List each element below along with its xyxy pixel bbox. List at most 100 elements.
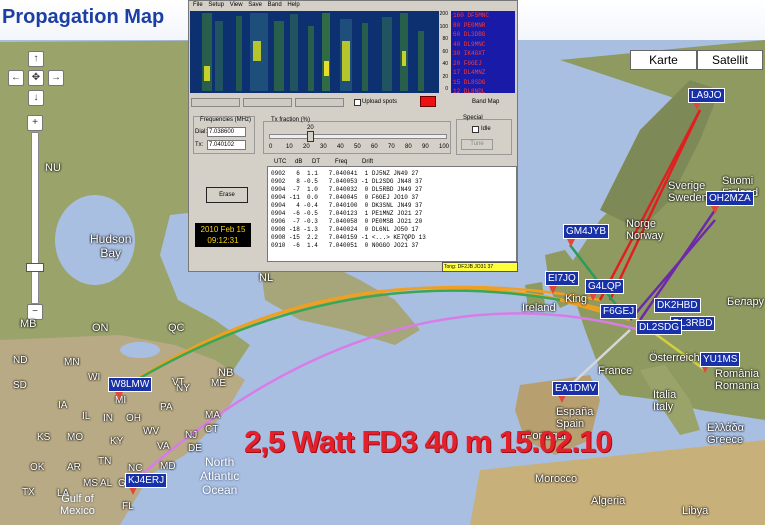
menu-setup[interactable]: Setup <box>208 1 224 10</box>
tx-fraction-label: Tx fraction (%) <box>271 117 311 123</box>
label-romania: România Romania <box>715 368 760 392</box>
callsign-dk2hbd[interactable]: DK2HBD <box>654 298 701 313</box>
callsign-la9jo[interactable]: LA9JO <box>688 88 725 103</box>
satellite-type-button[interactable]: Satellit <box>697 50 763 70</box>
decoded-row[interactable]: 0904 -7 1.0 7.040032 0 DL5RBD JN49 27 <box>271 186 422 193</box>
band-spot-item: 12 DL8NDL <box>453 88 486 95</box>
tx-fraction-tick-label: 30 <box>320 144 327 150</box>
tx-fraction-tick-label: 50 <box>354 144 361 150</box>
decoded-row[interactable]: 0902 6 1.1 7.040041 1 DJ5NZ JN49 27 <box>271 170 419 177</box>
caption-text: 2,5 Watt FD3 40 m 15.02.10 <box>244 424 612 459</box>
idle-checkbox[interactable] <box>472 126 479 133</box>
idle-label: Idle <box>481 126 491 132</box>
date-time-display: 2010 Feb 15 09:12:31 <box>195 223 251 247</box>
callsign-ei7jq[interactable]: EI7JQ <box>545 271 579 286</box>
pan-up-button[interactable]: ↑ <box>28 51 44 67</box>
menu-save[interactable]: Save <box>248 1 262 10</box>
label-sd: SD <box>13 380 27 391</box>
label-in: IN <box>103 413 113 424</box>
label-va: VA <box>157 441 170 452</box>
scale-tick-label: 60 <box>442 48 448 55</box>
label-sverige: Sverige Sweden <box>668 180 708 204</box>
callsign-w8lmw[interactable]: W8LMW <box>108 377 153 392</box>
decoded-row[interactable]: 0906 -7 -0.3 7.040058 0 PE0MSB JO21 20 <box>271 218 422 225</box>
band-spot-item: 30 IK4GXT <box>453 50 486 57</box>
callsign-oh2mza[interactable]: OH2MZA <box>706 191 754 206</box>
frequencies-group-label: Frequencies (MHz) <box>200 117 252 123</box>
tx-fraction-tick-label: 20 <box>303 144 310 150</box>
tx-fraction-tick-label: 0 <box>269 144 273 150</box>
great-lakes <box>120 342 160 358</box>
app-button-2[interactable] <box>243 98 292 107</box>
label-wi: WI <box>88 372 101 383</box>
label-il: IL <box>82 411 91 422</box>
header-drift: Drift <box>362 159 373 165</box>
waterfall-display <box>190 11 439 93</box>
pan-left-button[interactable]: ← <box>8 70 24 86</box>
upload-spots-checkbox[interactable] <box>354 99 361 106</box>
label-mo: MO <box>67 432 84 443</box>
label-italia: Italia Italy <box>653 389 677 413</box>
label-de: DE <box>188 443 202 454</box>
label-on: ON <box>92 322 109 334</box>
band-map-label[interactable]: Band Map <box>472 99 499 105</box>
menu-file[interactable]: File <box>193 1 203 10</box>
tx-fraction-tick-label: 40 <box>337 144 344 150</box>
label-me: ME <box>211 378 226 389</box>
label-morocco: Morocco <box>535 473 578 485</box>
label-al: AL <box>100 478 113 489</box>
decoded-messages-panel[interactable]: 0902 6 1.1 7.040041 1 DJ5NZ JN49 27 0902 … <box>267 166 517 262</box>
label-mn: MN <box>64 357 80 368</box>
app-button-1[interactable] <box>191 98 240 107</box>
record-button[interactable] <box>420 96 436 107</box>
pan-right-button[interactable]: → <box>48 70 64 86</box>
tx-fraction-tick-label: 70 <box>388 144 395 150</box>
label-ar: AR <box>67 462 81 473</box>
pan-down-button[interactable]: ↓ <box>28 90 44 106</box>
tx-fraction-slider-knob[interactable] <box>307 131 314 142</box>
menu-band[interactable]: Band <box>268 1 282 10</box>
decoded-row[interactable]: 0908 -18 -1.3 7.040024 0 DL6NL JO50 17 <box>271 226 419 233</box>
callsign-g4lqp[interactable]: G4LQP <box>585 279 625 294</box>
decoded-row[interactable]: 0904 4 -0.4 7.040100 0 DK3SNL JN49 37 <box>271 202 422 209</box>
label-nd: ND <box>13 355 28 366</box>
callsign-ea1dmv[interactable]: EA1DMV <box>552 381 600 396</box>
decoded-row[interactable]: 0910 -6 1.4 7.040051 0 N0GGO JO21 37 <box>271 242 419 249</box>
callsign-gm4jyb[interactable]: GM4JYB <box>563 224 610 239</box>
pan-center-button[interactable]: ✥ <box>28 70 44 86</box>
tx-fraction-tick-label: 60 <box>371 144 378 150</box>
label-ms: MS <box>83 478 98 489</box>
erase-button[interactable]: Erase <box>206 187 248 203</box>
label-fl: FL <box>122 501 134 512</box>
callsign-kj4erj[interactable]: KJ4ERJ <box>125 473 168 488</box>
decoded-row[interactable]: 0904 -11 0.0 7.040045 0 F6GEJ JO10 37 <box>271 194 419 201</box>
decoded-row[interactable]: 0904 -6 -0.5 7.040123 1 PE1MNZ JO21 27 <box>271 210 422 217</box>
zoom-in-button[interactable]: + <box>27 115 43 131</box>
decoded-row[interactable]: 0902 8 -0.5 7.040053 -1 DL2SDG JN48 37 <box>271 178 422 185</box>
label-mb: MB <box>20 318 37 330</box>
label-oh: OH <box>126 413 141 424</box>
dial-frequency-input[interactable]: 7.038600 <box>207 127 246 137</box>
band-spot-item: 20 F6GEJ <box>453 59 482 67</box>
wspr-app-window[interactable]: File Setup View Save Band Help 200 100 8… <box>188 0 518 272</box>
map-type-button[interactable]: Karte <box>630 50 697 70</box>
zoom-slider-thumb[interactable] <box>26 263 44 272</box>
callsign-yu1ms[interactable]: YU1MS <box>700 352 741 367</box>
scale-tick-label: 100 <box>439 23 448 30</box>
decoded-row[interactable]: 0908 -15 2.2 7.040159 -1 <...> KE7QPD 13 <box>271 234 426 241</box>
header-dt: DT <box>312 159 320 165</box>
tx-fraction-slider[interactable] <box>269 134 447 139</box>
menu-view[interactable]: View <box>230 1 243 10</box>
tx-fraction-tick-label: 90 <box>422 144 429 150</box>
tx-frequency-input[interactable]: 7.040102 <box>207 140 246 150</box>
tune-button[interactable]: Tune <box>461 139 493 150</box>
callsign-dl2sdg[interactable]: DL2SDG <box>636 320 683 335</box>
label-ireland: Ireland <box>522 302 556 314</box>
app-button-3[interactable] <box>295 98 344 107</box>
label-ky: KY <box>110 436 124 447</box>
label-wv: WV <box>143 426 160 437</box>
callsign-f6gej[interactable]: F6GEJ <box>600 304 638 319</box>
date-text: 2010 Feb 15 <box>200 225 246 234</box>
zoom-slider-track[interactable] <box>31 132 39 304</box>
menu-help[interactable]: Help <box>287 1 299 10</box>
